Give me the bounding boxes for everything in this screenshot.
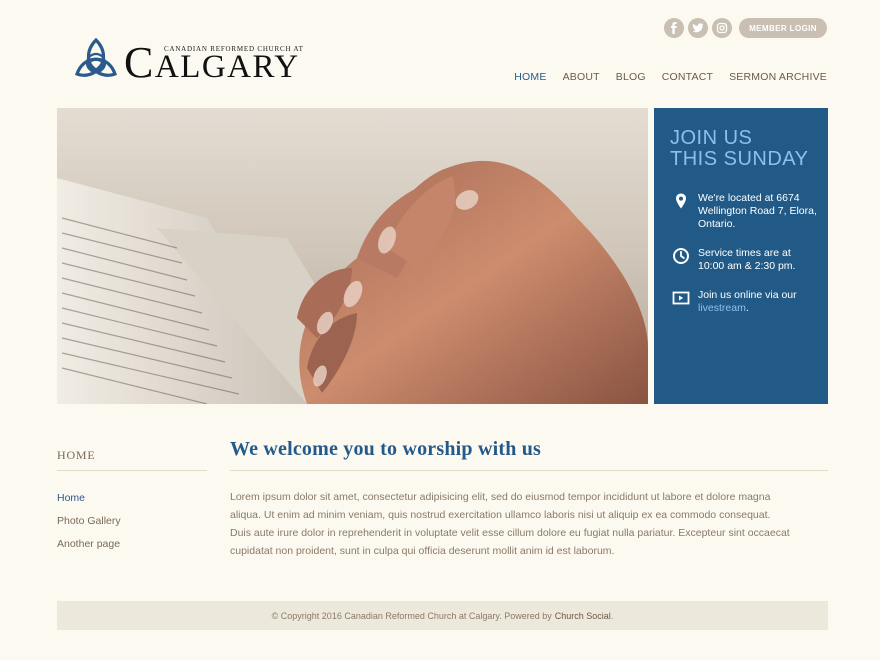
location-pin-icon: [676, 193, 686, 209]
twitter-icon[interactable]: [688, 18, 709, 38]
location-text: We're located at 6674 Wellington Road 7,…: [698, 192, 817, 230]
logo-wordmark: CANADIAN REFORMED CHURCH AT CALGARY: [124, 37, 319, 86]
social-links: MEMBER LOGIN: [664, 18, 827, 38]
join-us-title: JOIN US THIS SUNDAY: [670, 127, 809, 170]
main-nav: HOME ABOUT BLOG CONTACT SERMON ARCHIVE: [514, 71, 827, 83]
nav-about[interactable]: ABOUT: [563, 71, 600, 83]
sidebar-nav: Home Photo Gallery Another page: [57, 492, 121, 561]
member-login-button[interactable]: MEMBER LOGIN: [739, 18, 827, 38]
video-play-icon: [672, 291, 690, 305]
logo-title: CALGARY: [124, 38, 300, 87]
sidebar-item-home[interactable]: Home: [57, 492, 121, 504]
church-social-link[interactable]: Church Social: [555, 611, 611, 621]
church-logo[interactable]: CANADIAN REFORMED CHURCH AT CALGARY: [73, 36, 319, 86]
livestream-link[interactable]: livestream: [698, 302, 746, 314]
content-body: Lorem ipsum dolor sit amet, consectetur …: [230, 491, 790, 557]
hero-image: [57, 108, 648, 404]
footer: © Copyright 2016 Canadian Reformed Churc…: [57, 601, 828, 630]
triquetra-logo-icon: [74, 37, 118, 77]
sidebar-title: HOME: [57, 448, 96, 462]
praying-hands-bible-illustration: [57, 108, 648, 404]
clock-icon: [673, 248, 689, 264]
sidebar-item-photo-gallery[interactable]: Photo Gallery: [57, 515, 121, 527]
livestream-text: Join us online via our livestream.: [698, 289, 797, 314]
nav-contact[interactable]: CONTACT: [662, 71, 713, 83]
livestream-info: Join us online via our livestream.: [672, 289, 818, 315]
content-divider: [230, 470, 828, 471]
page-title: We welcome you to worship with us: [230, 438, 542, 460]
copyright-text: © Copyright 2016 Canadian Reformed Churc…: [271, 610, 552, 621]
facebook-icon[interactable]: [664, 18, 685, 38]
service-times-info: Service times are at 10:00 am & 2:30 pm.: [672, 247, 818, 273]
nav-blog[interactable]: BLOG: [616, 71, 646, 83]
nav-sermon-archive[interactable]: SERMON ARCHIVE: [729, 71, 827, 83]
sidebar-divider: [57, 470, 207, 471]
join-us-panel: JOIN US THIS SUNDAY We're located at 667…: [654, 108, 828, 404]
sidebar-item-another-page[interactable]: Another page: [57, 538, 121, 550]
location-info: We're located at 6674 Wellington Road 7,…: [672, 192, 818, 231]
instagram-icon[interactable]: [712, 18, 733, 38]
service-times-text: Service times are at 10:00 am & 2:30 pm.: [698, 247, 796, 272]
nav-home[interactable]: HOME: [514, 71, 546, 83]
